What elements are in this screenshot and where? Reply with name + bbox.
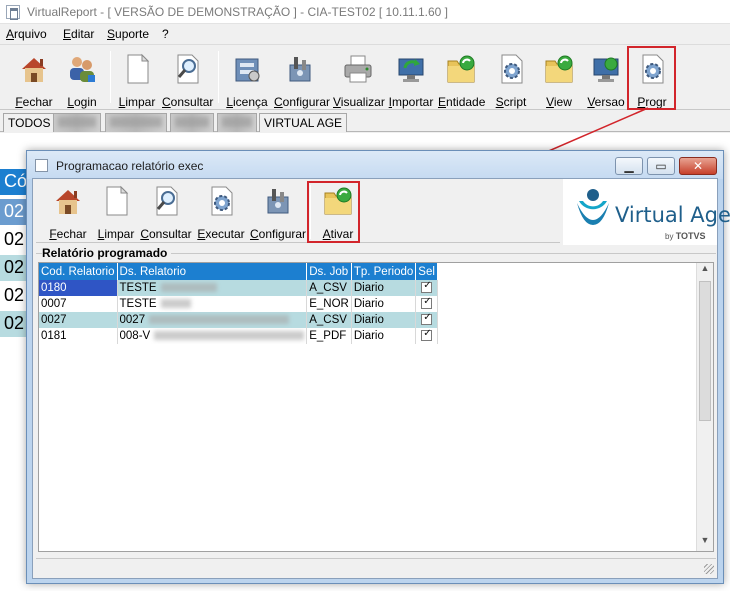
sel-checkbox[interactable]	[421, 280, 433, 294]
dialog-limpar-button[interactable]: Limpar	[96, 181, 136, 241]
cell-ds[interactable]: 0027	[117, 312, 308, 328]
col-tp-periodo[interactable]: Tp. Periodo	[351, 263, 417, 280]
maximize-button[interactable]: ▭	[647, 157, 675, 175]
sel-checkbox[interactable]	[421, 296, 433, 310]
col-ds-relatorio[interactable]: Ds. Relatorio	[117, 263, 308, 280]
cell-periodo[interactable]: Diario	[351, 312, 417, 328]
dialog-fechar-button[interactable]: Fechar	[46, 181, 90, 241]
cell-cod[interactable]: 0181	[39, 328, 118, 344]
minimize-button[interactable]: ▁	[615, 157, 643, 175]
close-icon: ✕	[692, 159, 704, 173]
scroll-up-icon[interactable]: ▲	[697, 263, 713, 279]
dialog-consultar-button[interactable]: Consultar	[140, 181, 192, 241]
minimize-icon: ▁	[624, 159, 634, 173]
dialog-title-bar[interactable]: Programacao relatório exec ▁ ▭ ✕	[27, 151, 723, 179]
vertical-scrollbar[interactable]: ▲ ▼	[696, 263, 713, 551]
dialog-toolbar: Fechar Limpar Consultar Executar Configu…	[36, 181, 560, 243]
relatorio-grid: Cod. Relatorio Ds. Relatorio Ds. Job Tp.…	[38, 262, 714, 552]
configure-icon	[262, 185, 294, 217]
table-header-row: Cod. Relatorio Ds. Relatorio Ds. Job Tp.…	[39, 263, 439, 280]
cell-job[interactable]: E_PDF	[306, 328, 352, 344]
relatorio-table: Cod. Relatorio Ds. Relatorio Ds. Job Tp.…	[39, 263, 439, 344]
table-row[interactable]: 0181 008-V E_PDF Diario	[39, 328, 439, 344]
totvs-brand: TOTVS	[675, 231, 706, 241]
dialog-executar-button[interactable]: Executar	[196, 181, 246, 241]
programacao-dialog: Programacao relatório exec ▁ ▭ ✕ Fechar …	[26, 150, 730, 584]
cell-sel[interactable]	[415, 296, 439, 312]
scroll-thumb[interactable]	[699, 281, 711, 421]
group-title: Relatório programado	[42, 246, 172, 260]
cell-sel[interactable]	[415, 312, 439, 328]
magnifier-page-icon	[150, 185, 182, 217]
dialog-body: Fechar Limpar Consultar Executar Configu…	[32, 178, 730, 579]
close-button[interactable]: ✕	[679, 157, 717, 175]
dialog-configurar-button[interactable]: Configurar	[250, 181, 306, 241]
table-row[interactable]: 0027 0027 A_CSV Diario	[39, 312, 439, 328]
gear-page-icon	[205, 185, 237, 217]
cell-job[interactable]: A_CSV	[306, 280, 352, 296]
col-sel[interactable]: Sel	[415, 263, 439, 280]
sel-checkbox[interactable]	[421, 312, 433, 326]
resize-grip[interactable]	[704, 564, 714, 574]
table-row[interactable]: 0007 TESTE E_NOR Diario	[39, 296, 439, 312]
sel-checkbox[interactable]	[421, 328, 433, 342]
cell-periodo[interactable]: Diario	[351, 328, 417, 344]
ativar-highlight-box	[307, 181, 360, 243]
logo-name: Virtual Age	[615, 203, 730, 227]
dialog-app-icon	[35, 159, 48, 172]
col-ds-job[interactable]: Ds. Job	[306, 263, 352, 280]
cell-job[interactable]: A_CSV	[306, 312, 352, 328]
table-row[interactable]: 0180 TESTE A_CSV Diario	[39, 280, 439, 296]
house-icon	[52, 185, 84, 217]
cell-ds[interactable]: TESTE	[117, 280, 308, 296]
blank-page-icon	[100, 185, 132, 217]
cell-periodo[interactable]: Diario	[351, 296, 417, 312]
cell-ds[interactable]: TESTE	[117, 296, 308, 312]
maximize-icon: ▭	[655, 159, 667, 173]
cell-periodo[interactable]: Diario	[351, 280, 417, 296]
cell-cod[interactable]: 0027	[39, 312, 118, 328]
virtual-age-logo-icon	[577, 189, 609, 225]
dialog-title: Programacao relatório exec	[56, 159, 204, 173]
logo-by: by TOTVS	[665, 231, 706, 241]
col-cod-relatorio[interactable]: Cod. Relatorio	[39, 263, 118, 280]
cell-ds[interactable]: 008-V	[117, 328, 308, 344]
cell-job[interactable]: E_NOR	[306, 296, 352, 312]
cell-sel[interactable]	[415, 328, 439, 344]
cell-sel[interactable]	[415, 280, 439, 296]
cell-cod[interactable]: 0180	[39, 280, 118, 296]
virtual-age-logo: Virtual Age by TOTVS	[563, 179, 730, 245]
scroll-down-icon[interactable]: ▼	[697, 535, 713, 551]
status-bar	[36, 558, 716, 576]
cell-cod[interactable]: 0007	[39, 296, 118, 312]
